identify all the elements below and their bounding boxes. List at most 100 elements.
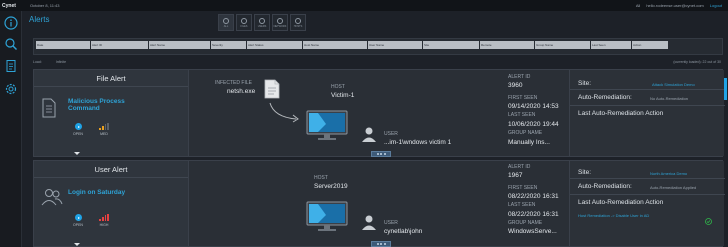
divider bbox=[570, 89, 725, 90]
filter-last-seen[interactable]: Last Seen bbox=[591, 41, 631, 49]
search-icon[interactable] bbox=[3, 36, 18, 51]
group-name-label: GROUP NAME bbox=[508, 130, 543, 136]
infected-file-value: netsh.exe bbox=[227, 88, 256, 95]
filter-alert-status[interactable]: Alert Status bbox=[247, 41, 302, 49]
user-avatar-icon bbox=[361, 126, 377, 147]
file-icon bbox=[41, 98, 59, 120]
info-icon[interactable] bbox=[3, 15, 18, 30]
all-icon bbox=[223, 17, 229, 24]
sidebar bbox=[0, 11, 22, 247]
date-label: October 8, 11:43 bbox=[30, 3, 60, 8]
host-icon bbox=[295, 17, 301, 24]
site-label: Site: bbox=[578, 169, 592, 176]
last-action-label: Last Auto-Remediation Action bbox=[578, 110, 664, 117]
status-block[interactable]: OPEN bbox=[68, 123, 88, 136]
first-seen-value: 09/14/2020 14:53 bbox=[508, 103, 559, 110]
host-label: HOST bbox=[314, 175, 328, 181]
remediation-panel: Site: Attack Simulation Demo Auto-Remedi… bbox=[569, 70, 725, 156]
group-name-value: WindowsServe... bbox=[508, 228, 557, 235]
last-seen-value: 10/06/2020 19:44 bbox=[508, 121, 559, 128]
site-link[interactable]: Attack Simulation Demo bbox=[652, 82, 695, 87]
expand-caret-icon[interactable] bbox=[74, 243, 80, 246]
alert-name-link[interactable]: Login on Saturday bbox=[68, 189, 125, 196]
host-label: HOST bbox=[331, 84, 345, 90]
scrollbar-thumb[interactable] bbox=[724, 78, 727, 100]
filter-user-name[interactable]: User Name bbox=[368, 41, 422, 49]
last-seen-label: LAST SEEN bbox=[508, 202, 536, 208]
user-email[interactable]: hello.rodeense.user@cynet.com bbox=[646, 3, 703, 8]
settings-icon[interactable] bbox=[3, 81, 18, 96]
list-info-bar: Load: Infinite (currently loaded): 22 ou… bbox=[33, 58, 723, 65]
open-status-icon bbox=[74, 214, 82, 221]
auto-remediation-value: No Auto-Remediation bbox=[650, 96, 689, 101]
alert-summary: File Alert Malicious Process Command OPE… bbox=[34, 70, 189, 156]
host-value: Victim-1 bbox=[331, 92, 355, 99]
divider bbox=[570, 105, 725, 106]
severity-block: MED bbox=[97, 123, 111, 136]
group-name-label: GROUP NAME bbox=[508, 220, 543, 226]
user-label: USER bbox=[384, 131, 398, 137]
filter-remote[interactable]: Remote bbox=[480, 41, 534, 49]
network-icon bbox=[277, 17, 283, 24]
computer-icon bbox=[306, 110, 348, 140]
filter-site[interactable]: Site bbox=[423, 41, 479, 49]
last-seen-value: 08/22/2020 16:31 bbox=[508, 211, 559, 218]
filter-group-name[interactable]: Group Name bbox=[535, 41, 590, 49]
last-action-link[interactable]: Host Remediation -> Disable User in AD bbox=[578, 213, 649, 218]
auto-remediation-label: Auto-Remediation: bbox=[578, 94, 632, 101]
flow-arrow-icon bbox=[268, 101, 302, 128]
alert-id-label: ALERT ID bbox=[508, 164, 531, 170]
host-value: Server2019 bbox=[314, 183, 348, 190]
severity-med-icon bbox=[97, 123, 111, 130]
tab-hosts[interactable]: HOSTS bbox=[290, 14, 306, 31]
filter-columns: Date Alert ID Alert Name Severity Alert … bbox=[36, 41, 668, 49]
tab-network[interactable]: NETWORK bbox=[272, 14, 288, 31]
load-label: Load: bbox=[33, 59, 42, 64]
users-icon bbox=[41, 188, 63, 210]
filter-alert-name[interactable]: Alert Name bbox=[149, 41, 210, 49]
alert-id-value: 1967 bbox=[508, 172, 523, 179]
top-bar: Cynet October 8, 11:43 All hello.rodeens… bbox=[0, 0, 728, 11]
alert-card-user[interactable]: User Alert Login on Saturday OPEN HIGH H… bbox=[33, 160, 725, 247]
tab-all[interactable]: ALL bbox=[218, 14, 234, 31]
site-link[interactable]: North America Demo bbox=[650, 171, 687, 176]
first-seen-label: FIRST SEEN bbox=[508, 185, 538, 191]
filter-date[interactable]: Date bbox=[36, 41, 90, 49]
auto-remediation-value: Auto-Remediation Applied bbox=[650, 185, 697, 190]
filter-host-name[interactable]: Host Name bbox=[303, 41, 367, 49]
filter-alert-id[interactable]: Alert ID bbox=[91, 41, 148, 49]
tab-users[interactable]: USERS bbox=[254, 14, 270, 31]
alert-id-label: ALERT ID bbox=[508, 74, 531, 80]
user-avatar-icon bbox=[361, 214, 377, 235]
user-icon bbox=[259, 17, 265, 24]
expand-details-button[interactable] bbox=[371, 241, 391, 247]
status-block[interactable]: OPEN bbox=[68, 214, 88, 227]
success-check-icon bbox=[705, 212, 712, 230]
alert-type-title: File Alert bbox=[34, 70, 188, 87]
open-status-icon bbox=[74, 123, 82, 130]
page-title: Alerts bbox=[29, 15, 50, 24]
logout-link[interactable]: Logout bbox=[710, 3, 722, 8]
first-seen-value: 08/22/2020 16:31 bbox=[508, 193, 559, 200]
app-window: Cynet October 8, 11:43 All hello.rodeens… bbox=[0, 0, 728, 247]
remediation-panel: Site: North America Demo Auto-Remediatio… bbox=[569, 161, 725, 246]
notifications-filter[interactable]: All bbox=[636, 3, 640, 8]
report-icon[interactable] bbox=[3, 58, 18, 73]
severity-high-icon bbox=[97, 214, 111, 221]
filter-severity[interactable]: Severity bbox=[211, 41, 246, 49]
severity-block: HIGH bbox=[97, 214, 111, 227]
first-seen-label: FIRST SEEN bbox=[508, 95, 538, 101]
alert-name-link[interactable]: Malicious Process Command bbox=[68, 98, 125, 112]
load-mode-toggle[interactable]: Infinite bbox=[56, 60, 66, 64]
user-value: ...im-1\wndows victim 1 bbox=[384, 139, 452, 146]
expand-details-button[interactable] bbox=[371, 151, 391, 157]
alert-id-value: 3960 bbox=[508, 82, 523, 89]
tab-files[interactable]: FILES bbox=[236, 14, 252, 31]
infected-file-label: INFECTED FILE bbox=[215, 80, 252, 86]
filter-action[interactable]: Action bbox=[632, 41, 668, 49]
alert-card-file[interactable]: File Alert Malicious Process Command OPE… bbox=[33, 69, 725, 157]
computer-icon bbox=[306, 201, 348, 231]
file-icon bbox=[241, 17, 247, 24]
group-name-value: Manually Ins... bbox=[508, 139, 550, 146]
expand-caret-icon[interactable] bbox=[74, 152, 80, 155]
